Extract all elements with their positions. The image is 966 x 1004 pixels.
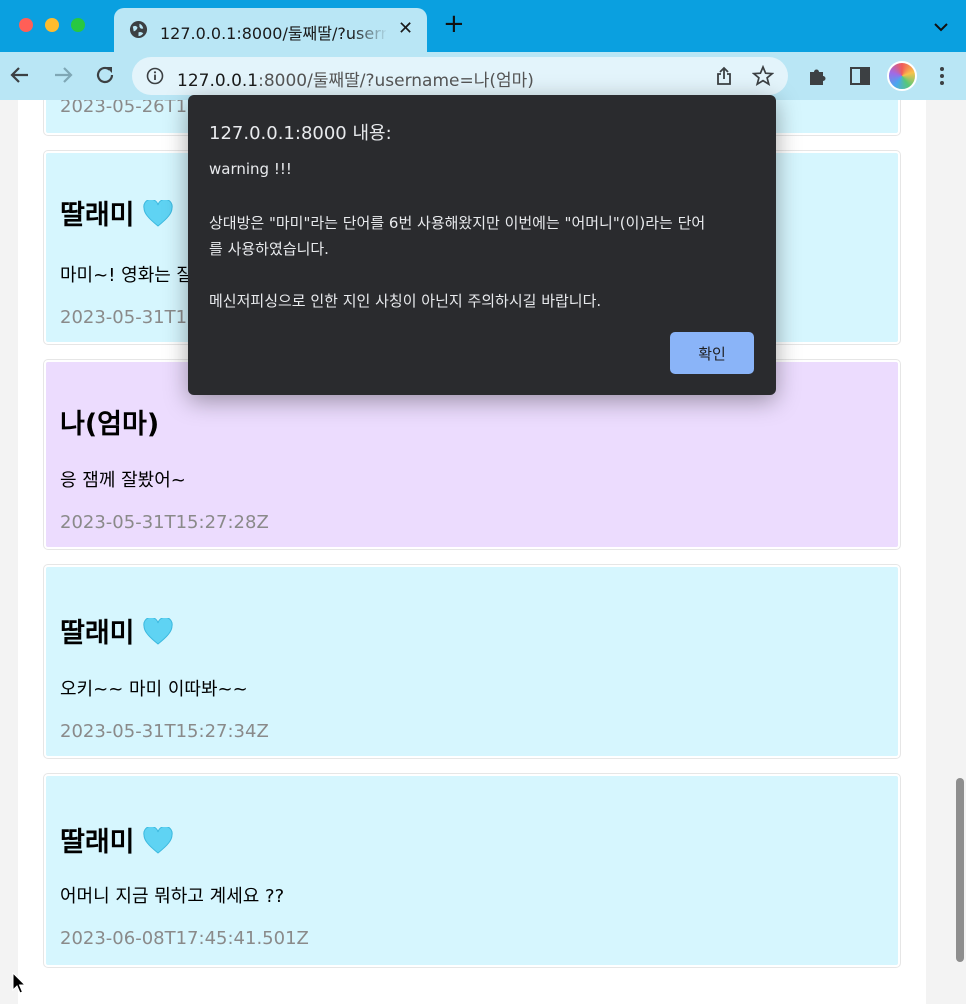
maximize-window-button[interactable] xyxy=(71,18,85,32)
dialog-message-line: 메신저피싱으로 인한 지인 사칭이 아닌지 주의하시길 바랍니다. xyxy=(209,292,602,310)
scrollbar-thumb[interactable] xyxy=(956,778,964,962)
minimize-window-button[interactable] xyxy=(45,18,59,32)
kebab-icon[interactable] xyxy=(934,64,950,88)
message-date: 2023-05-31T15:27:28Z xyxy=(60,512,269,533)
url-path: :8000/둘째딸/?username=나(엄마) xyxy=(258,71,534,91)
share-icon[interactable] xyxy=(714,66,734,86)
light-blue-heart-icon xyxy=(142,618,173,645)
dialog-title: 127.0.0.1:8000 내용: xyxy=(209,123,392,144)
message-date: 2023-05-26T1 xyxy=(60,100,188,117)
sender-name: 딸래미 xyxy=(60,820,173,859)
reload-icon[interactable] xyxy=(92,62,118,88)
puzzle-icon[interactable] xyxy=(806,64,830,88)
mouse-cursor-icon xyxy=(12,972,26,994)
browser-tab[interactable]: 127.0.0.1:8000/둘째딸/?username=나(엄마) ✕ xyxy=(114,8,427,52)
url-host: 127.0.0.1 xyxy=(177,71,259,91)
info-icon[interactable] xyxy=(146,67,164,85)
dialog-message-line: 를 사용하였습니다. xyxy=(209,240,329,258)
chevron-down-icon[interactable] xyxy=(934,22,948,32)
message-date: 2023-05-31T15:27:34Z xyxy=(60,721,269,742)
address-bar[interactable]: 127.0.0.1:8000/둘째딸/?username=나(엄마) xyxy=(132,57,788,95)
sender-name: 딸래미 xyxy=(60,193,173,232)
tab-close-icon[interactable]: ✕ xyxy=(398,18,413,39)
message-date: 2023-05-31T15 xyxy=(60,307,199,328)
message-text: 어머니 지금 뭐하고 계세요 ?? xyxy=(60,886,285,907)
message-date: 2023-06-08T17:45:41.501Z xyxy=(60,928,309,949)
dialog-warning: warning !!! xyxy=(209,160,292,178)
arrow-right-icon[interactable] xyxy=(50,62,76,88)
globe-icon xyxy=(129,20,148,39)
message-text: 오키~~ 마미 이따봐~~ xyxy=(60,679,248,700)
tab-strip: 127.0.0.1:8000/둘째딸/?username=나(엄마) ✕ + xyxy=(0,0,966,52)
new-tab-button[interactable]: + xyxy=(443,11,465,37)
dialog-ok-button[interactable]: 확인 xyxy=(670,332,754,374)
tab-title-fade xyxy=(352,14,388,44)
sender-name: 딸래미 xyxy=(60,611,173,650)
message-card: 딸래미 오키~~ 마미 이따봐~~ 2023-05-31T15:27:34Z xyxy=(44,565,900,758)
light-blue-heart-icon xyxy=(142,200,173,227)
alert-dialog: 127.0.0.1:8000 내용: warning !!! 상대방은 "마미"… xyxy=(188,95,776,395)
message-card: 딸래미 어머니 지금 뭐하고 계세요 ?? 2023-06-08T17:45:4… xyxy=(44,774,900,967)
url-text[interactable]: 127.0.0.1:8000/둘째딸/?username=나(엄마) xyxy=(177,66,534,91)
profile-avatar[interactable] xyxy=(887,61,917,91)
sender-name: 나(엄마) xyxy=(60,409,160,440)
message-text: 응 잼께 잘봤어~ xyxy=(60,470,186,491)
browser-toolbar: 127.0.0.1:8000/둘째딸/?username=나(엄마) xyxy=(0,52,966,100)
message-text: 마미~! 영화는 잘 xyxy=(60,265,194,286)
dialog-message-line: 상대방은 "마미"라는 단어를 6번 사용해왔지만 이번에는 "어머니"(이)라… xyxy=(209,214,706,232)
close-window-button[interactable] xyxy=(19,18,33,32)
arrow-left-icon[interactable] xyxy=(7,62,33,88)
star-icon[interactable] xyxy=(752,65,774,87)
side-panel-icon[interactable] xyxy=(848,64,872,88)
light-blue-heart-icon xyxy=(142,827,173,854)
